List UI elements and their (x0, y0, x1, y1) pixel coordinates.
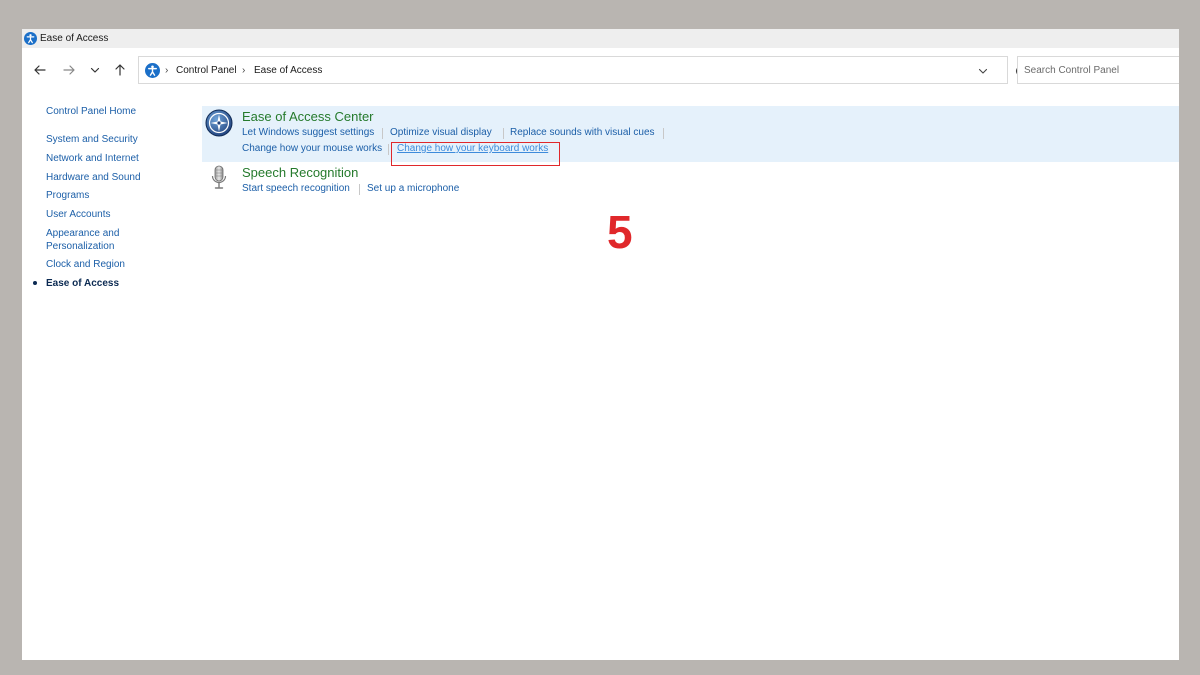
sidebar-item-clock-and-region[interactable]: Clock and Region (46, 258, 125, 271)
link-divider (503, 128, 504, 139)
up-arrow-icon (115, 64, 125, 76)
window-title: Ease of Access (40, 33, 109, 44)
breadcrumb-separator: › (242, 65, 246, 76)
link-start-speech-recognition[interactable]: Start speech recognition (242, 182, 350, 195)
current-item-bullet (33, 281, 37, 285)
link-set-up-a-microphone[interactable]: Set up a microphone (367, 182, 459, 195)
sidebar-item-appearance-and-personalization-line2[interactable]: Personalization (46, 240, 114, 253)
chevron-down-icon (90, 67, 100, 73)
navigation-bar: › Control Panel › Ease of Access (22, 48, 1179, 92)
step-number-annotation: 5 (607, 206, 633, 258)
microphone-icon (211, 165, 227, 189)
breadcrumb-control-panel[interactable]: Control Panel (176, 64, 237, 77)
up-button[interactable] (109, 59, 131, 81)
link-divider (663, 128, 664, 139)
control-panel-window: Ease of Access › Control Panel › Ease of… (22, 29, 1179, 660)
forward-arrow-icon (63, 65, 75, 75)
category-title-ease-of-access-center[interactable]: Ease of Access Center (242, 109, 374, 125)
sidebar-item-system-and-security[interactable]: System and Security (46, 133, 138, 146)
sidebar-item-network-and-internet[interactable]: Network and Internet (46, 152, 139, 165)
sidebar-item-ease-of-access: Ease of Access (46, 278, 120, 289)
link-replace-sounds-with-visual-cues[interactable]: Replace sounds with visual cues (510, 126, 655, 139)
breadcrumb-ease-of-access[interactable]: Ease of Access (254, 64, 322, 77)
category-speech-recognition: Speech Recognition Start speech recognit… (202, 162, 1179, 202)
back-button[interactable] (29, 59, 51, 81)
annotation-highlight-box (391, 142, 560, 166)
ease-of-access-icon (24, 32, 37, 45)
link-optimize-visual-display[interactable]: Optimize visual display (390, 126, 492, 139)
category-ease-of-access-center: Ease of Access Center Let Windows sugges… (202, 106, 1179, 162)
title-bar: Ease of Access (22, 29, 1179, 48)
forward-button[interactable] (58, 59, 80, 81)
ease-of-access-center-icon (205, 109, 233, 137)
search-input[interactable] (1018, 57, 1179, 83)
sidebar-item-programs[interactable]: Programs (46, 189, 89, 202)
link-divider (382, 128, 383, 139)
link-divider (359, 184, 360, 195)
recent-locations-button[interactable] (84, 59, 106, 81)
search-box[interactable] (1017, 56, 1179, 84)
back-arrow-icon (34, 65, 46, 75)
link-divider (388, 144, 389, 155)
link-change-how-your-mouse-works[interactable]: Change how your mouse works (242, 142, 382, 155)
sidebar-item-appearance-and-personalization[interactable]: Appearance and (46, 227, 119, 240)
address-bar[interactable]: › Control Panel › Ease of Access (138, 56, 1027, 84)
chevron-down-icon[interactable] (977, 65, 989, 77)
link-let-windows-suggest-settings[interactable]: Let Windows suggest settings (242, 126, 374, 139)
ease-of-access-icon (145, 63, 160, 78)
breadcrumb-separator: › (165, 65, 169, 76)
sidebar-item-control-panel-home[interactable]: Control Panel Home (46, 105, 136, 118)
sidebar-item-hardware-and-sound[interactable]: Hardware and Sound (46, 171, 141, 184)
category-title-speech-recognition[interactable]: Speech Recognition (242, 165, 358, 181)
sidebar-item-user-accounts[interactable]: User Accounts (46, 208, 110, 221)
